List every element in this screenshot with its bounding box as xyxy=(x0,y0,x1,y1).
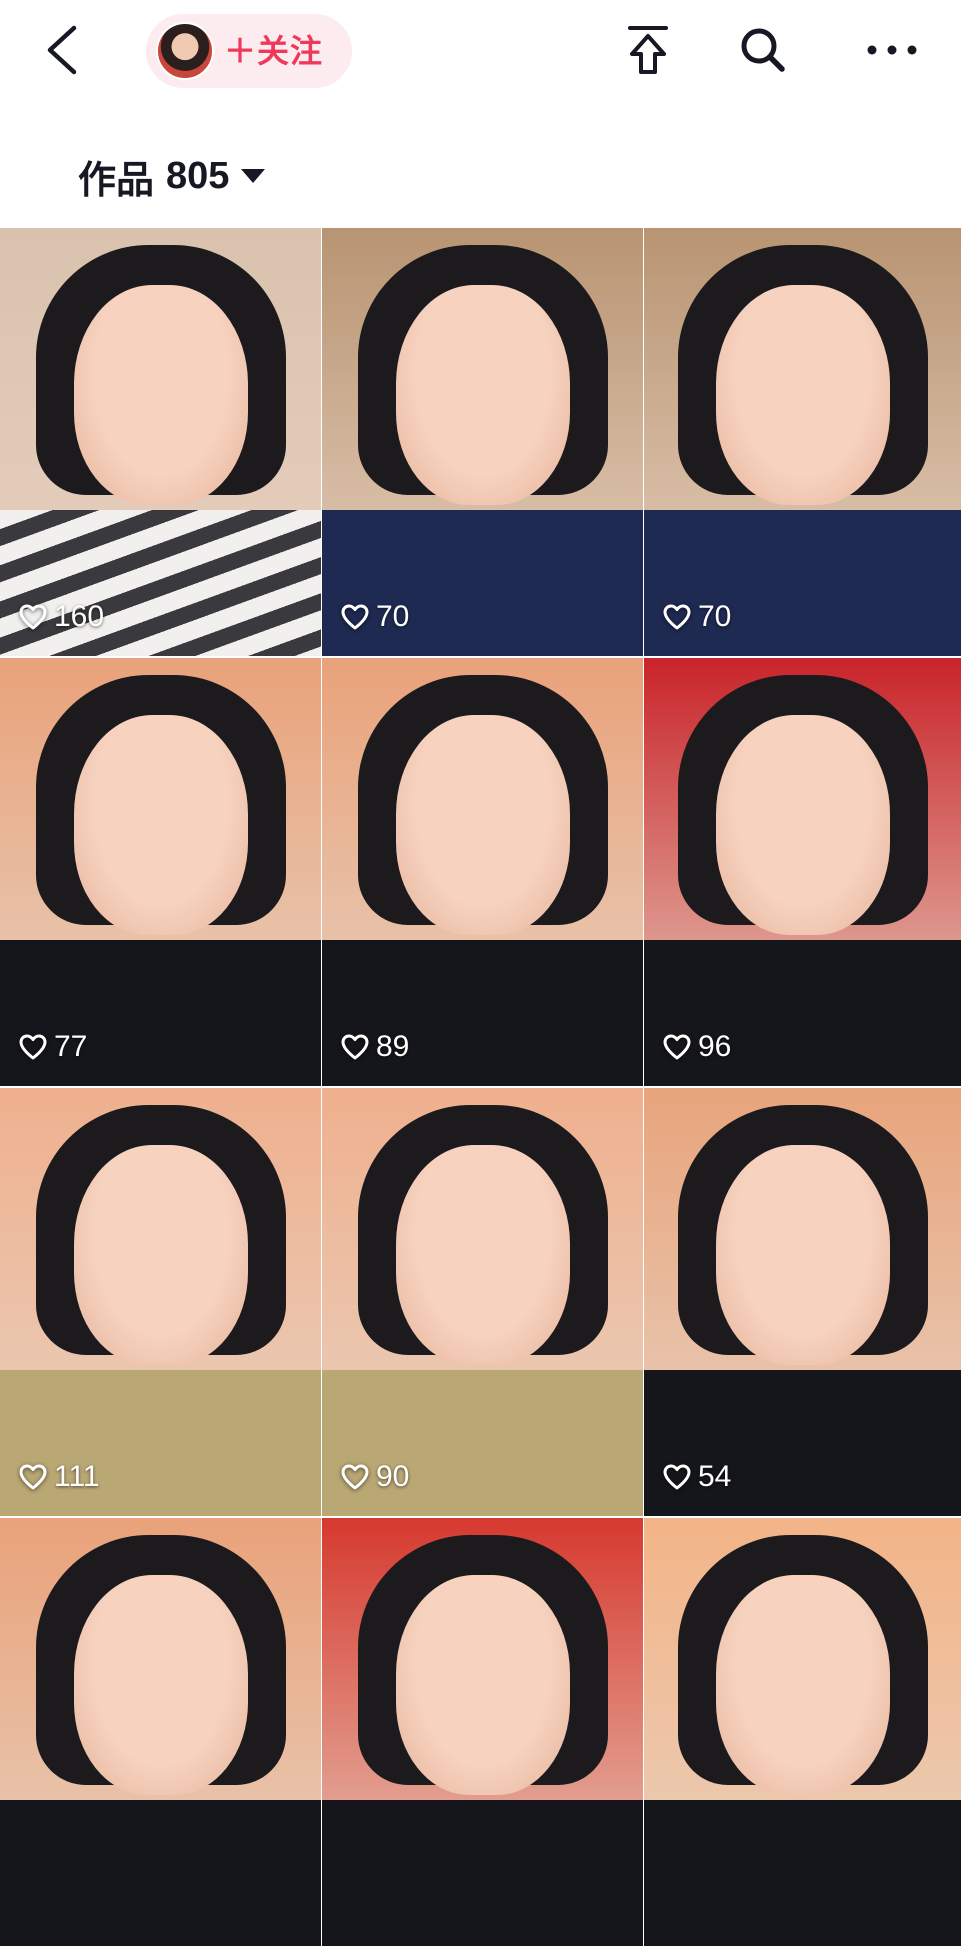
video-tile[interactable]: 70 xyxy=(322,228,643,656)
thumbnail-clothing xyxy=(322,1370,643,1516)
follow-button[interactable]: ＋关注 xyxy=(146,14,352,88)
thumbnail-clothing xyxy=(0,940,321,1086)
heart-icon xyxy=(663,1464,691,1490)
like-count-value: 54 xyxy=(698,1460,732,1493)
video-tile[interactable]: 89 xyxy=(322,658,643,1086)
like-count-value: 77 xyxy=(54,1030,88,1063)
thumbnail-portrait xyxy=(677,1105,928,1366)
like-count: 160 xyxy=(18,600,104,634)
back-button[interactable] xyxy=(40,22,84,78)
thumbnail-clothing xyxy=(644,940,961,1086)
like-count: 90 xyxy=(340,1460,409,1494)
search-icon xyxy=(741,28,785,72)
heart-icon xyxy=(341,1464,369,1490)
video-tile[interactable]: 96 xyxy=(644,658,961,1086)
video-tile[interactable]: 54 xyxy=(644,1088,961,1516)
heart-icon xyxy=(19,1464,47,1490)
thumbnail-portrait xyxy=(357,245,608,506)
thumbnail-clothing xyxy=(644,1800,961,1946)
heart-icon xyxy=(663,604,691,630)
thumbnail-clothing xyxy=(0,1800,321,1946)
heart-icon xyxy=(663,1034,691,1060)
video-tile[interactable]: 111 xyxy=(0,1088,321,1516)
thumbnail-clothing xyxy=(0,510,321,656)
thumbnail-clothing xyxy=(0,1370,321,1516)
heart-icon xyxy=(19,1034,47,1060)
video-tile[interactable] xyxy=(0,1518,321,1946)
search-button[interactable] xyxy=(733,20,793,80)
like-count-value: 89 xyxy=(376,1030,410,1063)
like-count-value: 96 xyxy=(698,1030,732,1063)
video-tile[interactable]: 70 xyxy=(644,228,961,656)
thumbnail-portrait xyxy=(35,245,286,506)
thumbnail-portrait xyxy=(357,675,608,936)
chevron-left-icon xyxy=(47,25,77,75)
like-count: 70 xyxy=(340,600,409,634)
thumbnail-clothing xyxy=(644,1370,961,1516)
like-count: 111 xyxy=(18,1460,100,1494)
like-count-value: 70 xyxy=(698,600,732,633)
top-bar: ＋关注 xyxy=(0,0,961,110)
works-label: 作品 xyxy=(78,159,155,202)
caret-down-icon xyxy=(241,169,266,183)
thumbnail-portrait xyxy=(677,245,928,506)
thumbnail-clothing xyxy=(322,1800,643,1946)
thumbnail-portrait xyxy=(677,675,928,936)
heart-icon xyxy=(341,604,369,630)
like-count: 89 xyxy=(340,1030,409,1064)
like-count-value: 90 xyxy=(376,1460,410,1493)
thumbnail-portrait xyxy=(35,1535,286,1796)
more-button[interactable] xyxy=(862,20,922,80)
like-count-value: 70 xyxy=(376,600,410,633)
like-count: 54 xyxy=(662,1460,731,1494)
thumbnail-portrait xyxy=(35,675,286,936)
works-tab[interactable]: 作品 805 xyxy=(78,148,266,204)
thumbnail-portrait xyxy=(677,1535,928,1796)
video-tile[interactable]: 90 xyxy=(322,1088,643,1516)
like-count-value: 160 xyxy=(54,600,105,633)
video-tile[interactable] xyxy=(644,1518,961,1946)
share-button[interactable] xyxy=(618,20,678,80)
follow-label: ＋关注 xyxy=(224,33,324,69)
heart-icon xyxy=(341,1034,369,1060)
more-dots-icon xyxy=(867,45,917,55)
video-grid: 160 70 70 77 89 96 111 90 54 xyxy=(0,228,961,1946)
heart-icon xyxy=(19,604,47,630)
thumbnail-portrait xyxy=(35,1105,286,1366)
video-tile[interactable] xyxy=(322,1518,643,1946)
thumbnail-clothing xyxy=(644,510,961,656)
like-count: 77 xyxy=(18,1030,87,1064)
like-count: 70 xyxy=(662,600,731,634)
works-count: 805 xyxy=(166,154,230,197)
thumbnail-portrait xyxy=(357,1535,608,1796)
thumbnail-clothing xyxy=(322,940,643,1086)
video-tile[interactable]: 77 xyxy=(0,658,321,1086)
video-tile[interactable]: 160 xyxy=(0,228,321,656)
avatar[interactable] xyxy=(156,22,214,80)
thumbnail-portrait xyxy=(357,1105,608,1366)
thumbnail-clothing xyxy=(322,510,643,656)
like-count-value: 111 xyxy=(54,1460,100,1493)
share-upload-icon xyxy=(628,26,668,74)
like-count: 96 xyxy=(662,1030,731,1064)
